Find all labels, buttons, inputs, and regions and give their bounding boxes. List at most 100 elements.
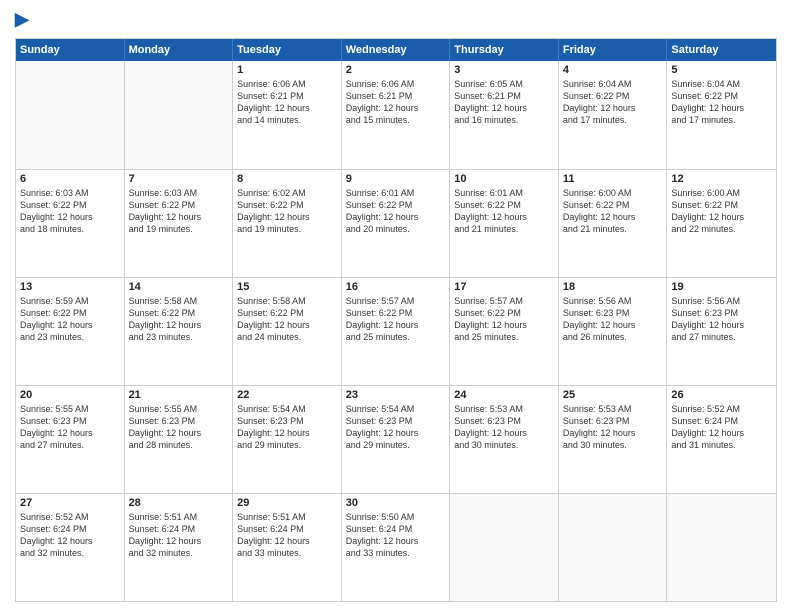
logo-icon: ▶	[15, 9, 29, 29]
day-number: 19	[671, 281, 772, 293]
day-number: 16	[346, 281, 446, 293]
calendar-cell: 7Sunrise: 6:03 AMSunset: 6:22 PMDaylight…	[125, 170, 234, 277]
calendar-cell	[450, 494, 559, 601]
cell-info-line: Sunrise: 6:06 AM	[237, 78, 337, 90]
calendar-cell	[16, 61, 125, 169]
cell-info-line: Sunrise: 5:50 AM	[346, 511, 446, 523]
calendar-cell: 20Sunrise: 5:55 AMSunset: 6:23 PMDayligh…	[16, 386, 125, 493]
cell-info-line: Sunset: 6:23 PM	[346, 415, 446, 427]
calendar-cell: 30Sunrise: 5:50 AMSunset: 6:24 PMDayligh…	[342, 494, 451, 601]
cell-info-line: and 27 minutes.	[671, 331, 772, 343]
cell-info-line: Daylight: 12 hours	[237, 427, 337, 439]
cell-info-line: and 27 minutes.	[20, 439, 120, 451]
cell-info-line: Sunset: 6:22 PM	[346, 199, 446, 211]
calendar-cell: 10Sunrise: 6:01 AMSunset: 6:22 PMDayligh…	[450, 170, 559, 277]
cell-info-line: Sunrise: 5:53 AM	[563, 403, 663, 415]
cell-info-line: Daylight: 12 hours	[237, 102, 337, 114]
day-number: 12	[671, 173, 772, 185]
cell-info-line: Sunset: 6:22 PM	[563, 199, 663, 211]
cell-info-line: and 29 minutes.	[237, 439, 337, 451]
cell-info-line: and 16 minutes.	[454, 114, 554, 126]
cell-info-line: and 23 minutes.	[129, 331, 229, 343]
calendar-week-4: 20Sunrise: 5:55 AMSunset: 6:23 PMDayligh…	[16, 385, 776, 493]
cell-info-line: Sunrise: 5:57 AM	[346, 295, 446, 307]
cell-info-line: and 19 minutes.	[129, 223, 229, 235]
cell-info-line: and 18 minutes.	[20, 223, 120, 235]
cell-info-line: Sunrise: 5:59 AM	[20, 295, 120, 307]
cell-info-line: Sunset: 6:22 PM	[563, 90, 663, 102]
calendar-cell: 5Sunrise: 6:04 AMSunset: 6:22 PMDaylight…	[667, 61, 776, 169]
calendar-cell: 13Sunrise: 5:59 AMSunset: 6:22 PMDayligh…	[16, 278, 125, 385]
cell-info-line: Sunset: 6:21 PM	[346, 90, 446, 102]
day-number: 8	[237, 173, 337, 185]
cell-info-line: and 30 minutes.	[563, 439, 663, 451]
cell-info-line: Daylight: 12 hours	[563, 427, 663, 439]
cell-info-line: Sunset: 6:23 PM	[20, 415, 120, 427]
calendar-cell: 24Sunrise: 5:53 AMSunset: 6:23 PMDayligh…	[450, 386, 559, 493]
calendar-cell: 9Sunrise: 6:01 AMSunset: 6:22 PMDaylight…	[342, 170, 451, 277]
calendar-cell: 22Sunrise: 5:54 AMSunset: 6:23 PMDayligh…	[233, 386, 342, 493]
cell-info-line: Daylight: 12 hours	[671, 211, 772, 223]
cell-info-line: Daylight: 12 hours	[454, 319, 554, 331]
day-number: 26	[671, 389, 772, 401]
cell-info-line: Sunset: 6:21 PM	[454, 90, 554, 102]
calendar-cell	[559, 494, 668, 601]
cell-info-line: Sunset: 6:24 PM	[346, 523, 446, 535]
calendar-cell: 17Sunrise: 5:57 AMSunset: 6:22 PMDayligh…	[450, 278, 559, 385]
cell-info-line: and 15 minutes.	[346, 114, 446, 126]
header-cell-tuesday: Tuesday	[233, 39, 342, 61]
cell-info-line: Sunset: 6:22 PM	[671, 199, 772, 211]
day-number: 25	[563, 389, 663, 401]
calendar-cell: 4Sunrise: 6:04 AMSunset: 6:22 PMDaylight…	[559, 61, 668, 169]
cell-info-line: Sunrise: 6:00 AM	[563, 187, 663, 199]
calendar-cell: 16Sunrise: 5:57 AMSunset: 6:22 PMDayligh…	[342, 278, 451, 385]
cell-info-line: Sunrise: 6:03 AM	[20, 187, 120, 199]
day-number: 11	[563, 173, 663, 185]
day-number: 2	[346, 64, 446, 76]
day-number: 7	[129, 173, 229, 185]
cell-info-line: Sunrise: 6:04 AM	[671, 78, 772, 90]
cell-info-line: Sunrise: 5:56 AM	[671, 295, 772, 307]
calendar-cell: 1Sunrise: 6:06 AMSunset: 6:21 PMDaylight…	[233, 61, 342, 169]
day-number: 10	[454, 173, 554, 185]
day-number: 17	[454, 281, 554, 293]
calendar-cell: 15Sunrise: 5:58 AMSunset: 6:22 PMDayligh…	[233, 278, 342, 385]
day-number: 14	[129, 281, 229, 293]
cell-info-line: Sunset: 6:22 PM	[237, 199, 337, 211]
cell-info-line: Sunset: 6:24 PM	[671, 415, 772, 427]
cell-info-line: and 29 minutes.	[346, 439, 446, 451]
cell-info-line: Sunset: 6:22 PM	[237, 307, 337, 319]
cell-info-line: Sunrise: 5:57 AM	[454, 295, 554, 307]
cell-info-line: and 21 minutes.	[563, 223, 663, 235]
cell-info-line: Sunrise: 5:52 AM	[20, 511, 120, 523]
cell-info-line: Sunrise: 6:04 AM	[563, 78, 663, 90]
day-number: 29	[237, 497, 337, 509]
calendar-cell: 21Sunrise: 5:55 AMSunset: 6:23 PMDayligh…	[125, 386, 234, 493]
cell-info-line: and 25 minutes.	[454, 331, 554, 343]
cell-info-line: Sunrise: 5:51 AM	[129, 511, 229, 523]
calendar-cell: 18Sunrise: 5:56 AMSunset: 6:23 PMDayligh…	[559, 278, 668, 385]
cell-info-line: Sunset: 6:22 PM	[671, 90, 772, 102]
calendar-cell: 29Sunrise: 5:51 AMSunset: 6:24 PMDayligh…	[233, 494, 342, 601]
calendar-cell: 8Sunrise: 6:02 AMSunset: 6:22 PMDaylight…	[233, 170, 342, 277]
calendar-cell: 27Sunrise: 5:52 AMSunset: 6:24 PMDayligh…	[16, 494, 125, 601]
calendar-cell: 12Sunrise: 6:00 AMSunset: 6:22 PMDayligh…	[667, 170, 776, 277]
cell-info-line: and 32 minutes.	[129, 547, 229, 559]
cell-info-line: Daylight: 12 hours	[129, 211, 229, 223]
cell-info-line: Sunrise: 5:58 AM	[237, 295, 337, 307]
day-number: 24	[454, 389, 554, 401]
calendar-cell: 3Sunrise: 6:05 AMSunset: 6:21 PMDaylight…	[450, 61, 559, 169]
day-number: 27	[20, 497, 120, 509]
cell-info-line: and 25 minutes.	[346, 331, 446, 343]
cell-info-line: Sunset: 6:23 PM	[563, 307, 663, 319]
day-number: 22	[237, 389, 337, 401]
day-number: 30	[346, 497, 446, 509]
calendar-week-2: 6Sunrise: 6:03 AMSunset: 6:22 PMDaylight…	[16, 169, 776, 277]
calendar-cell: 6Sunrise: 6:03 AMSunset: 6:22 PMDaylight…	[16, 170, 125, 277]
cell-info-line: Daylight: 12 hours	[129, 427, 229, 439]
cell-info-line: and 19 minutes.	[237, 223, 337, 235]
header-cell-monday: Monday	[125, 39, 234, 61]
cell-info-line: Daylight: 12 hours	[454, 211, 554, 223]
cell-info-line: Daylight: 12 hours	[237, 319, 337, 331]
cell-info-line: Sunrise: 5:51 AM	[237, 511, 337, 523]
